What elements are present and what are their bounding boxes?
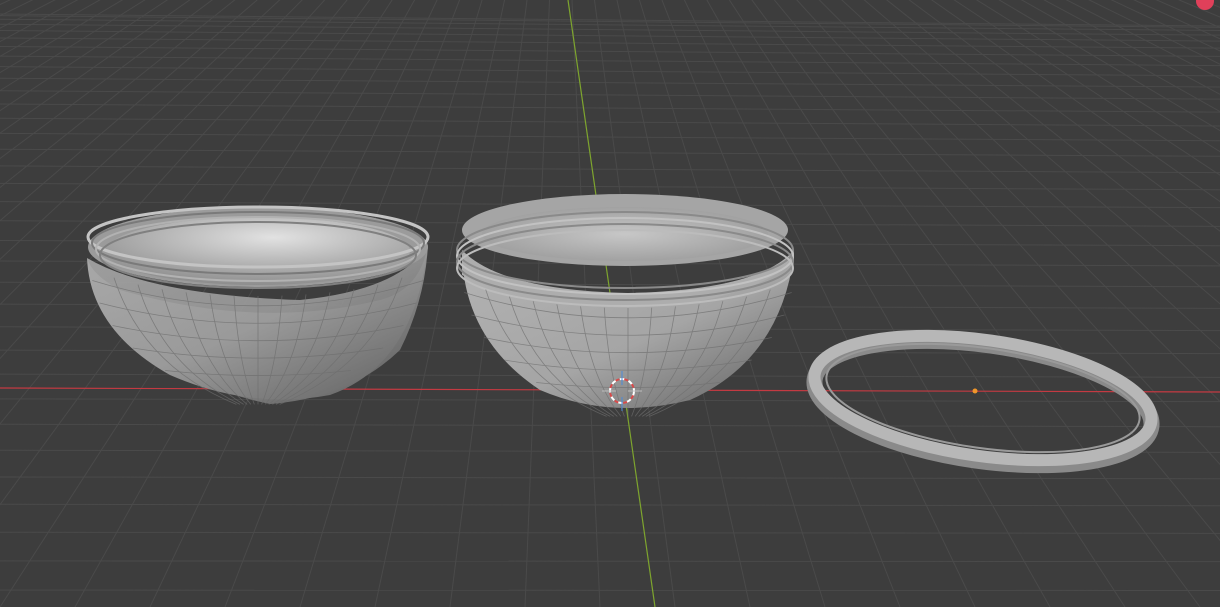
3d-viewport[interactable] [0, 0, 1220, 607]
object-origin-dot [972, 388, 978, 394]
viewport-scene[interactable] [0, 0, 1220, 607]
